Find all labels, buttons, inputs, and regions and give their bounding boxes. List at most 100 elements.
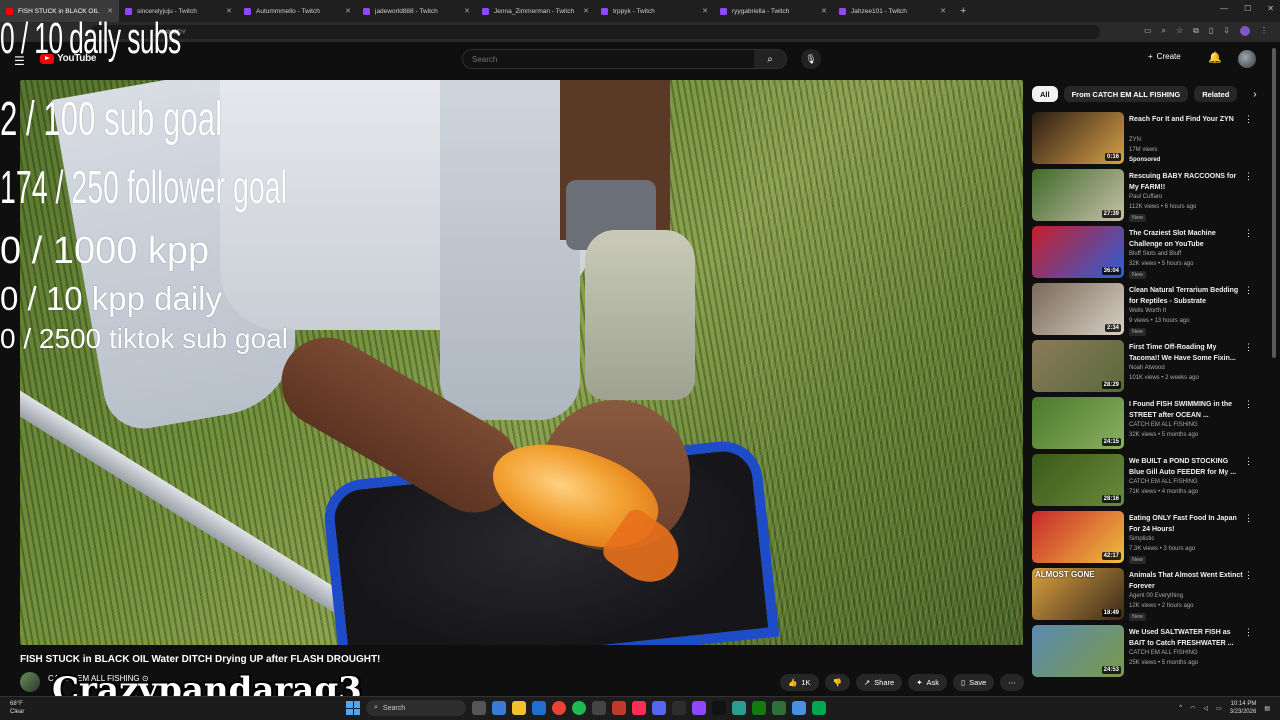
close-icon[interactable]: ✕ [940, 7, 946, 15]
task-view-icon[interactable] [472, 701, 486, 715]
cast-icon[interactable]: ▭ [1144, 26, 1152, 36]
file-explorer-icon[interactable] [512, 701, 526, 715]
address-bar[interactable]: 2_du4M3DY [90, 25, 1100, 39]
app-icon[interactable] [812, 701, 826, 715]
windows-start-icon[interactable] [346, 701, 360, 715]
more-vertical-icon[interactable]: ⋮ [1244, 171, 1253, 182]
close-icon[interactable]: ✕ [226, 7, 232, 15]
recommendation-item[interactable]: 2:34 Clean Natural Terrarium Bedding for … [1032, 283, 1260, 340]
browser-tab[interactable]: Autummmello - Twitch ✕ [238, 0, 357, 22]
recommendation-title[interactable]: Clean Natural Terrarium Bedding for Rept… [1129, 285, 1245, 307]
channel-avatar[interactable] [20, 672, 40, 692]
profile-icon[interactable] [1240, 26, 1250, 36]
more-vertical-icon[interactable]: ⋮ [1244, 228, 1253, 239]
video-thumbnail[interactable]: 42:17 [1032, 511, 1124, 563]
recommendation-title[interactable]: Eating ONLY Fast Food In Japan For 24 Ho… [1129, 513, 1245, 535]
video-thumbnail[interactable]: 36:04 [1032, 226, 1124, 278]
recommendation-channel[interactable]: Agent 00 Everything [1129, 593, 1183, 599]
edge-browser-icon[interactable] [492, 701, 506, 715]
recommendation-channel[interactable]: Wells Worth It [1129, 308, 1166, 314]
video-thumbnail[interactable]: 24:53 [1032, 625, 1124, 677]
wifi-icon[interactable]: ◠ [1190, 705, 1195, 712]
video-thumbnail[interactable]: 0:16 [1032, 112, 1124, 164]
more-vertical-icon[interactable]: ⋮ [1244, 627, 1253, 638]
recommendation-title[interactable]: We Used SALTWATER FISH as BAIT to Catch … [1129, 627, 1245, 649]
recommendation-title[interactable]: First Time Off-Roading My Tacoma!! We Ha… [1129, 342, 1245, 364]
sidepanel-icon[interactable]: ▯ [1209, 26, 1213, 36]
calculator-icon[interactable] [592, 701, 606, 715]
more-vertical-icon[interactable]: ⋮ [1244, 342, 1253, 353]
tray-chevron-icon[interactable]: ^ [1179, 705, 1182, 711]
browser-tab[interactable]: Jahzee101 - Twitch ✕ [833, 0, 952, 22]
account-avatar[interactable] [1238, 50, 1256, 68]
chrome-icon[interactable] [552, 701, 566, 715]
minecraft-icon[interactable] [772, 701, 786, 715]
more-vertical-icon[interactable]: ⋮ [1244, 456, 1253, 467]
media-app-icon[interactable] [612, 701, 626, 715]
ask-button[interactable]: ✦ Ask [908, 674, 947, 691]
recommendation-item[interactable]: 0:16 Reach For It and Find Your ZYN ZYN 17M… [1032, 112, 1260, 169]
more-vertical-icon[interactable]: ⋮ [1244, 513, 1253, 524]
new-tab-button[interactable]: + [952, 5, 974, 17]
twitch-app-icon[interactable] [692, 701, 706, 715]
recommendation-channel[interactable]: Paul Cuffaro [1129, 194, 1162, 200]
maximize-icon[interactable]: ☐ [1244, 4, 1251, 13]
recommendation-item[interactable]: 28:16 We BUILT a POND STOCKING Blue Gill … [1032, 454, 1260, 511]
recommendation-channel[interactable]: CATCH EM ALL FISHING [1129, 650, 1198, 656]
share-button[interactable]: ↗ Share [855, 674, 903, 691]
recommendation-channel[interactable]: ZYN [1129, 137, 1141, 143]
tiktok-icon[interactable] [632, 701, 646, 715]
create-button[interactable]: + Create [1148, 52, 1181, 61]
browser-tab[interactable]: trppyk - Twitch ✕ [595, 0, 714, 22]
recommendation-channel[interactable]: CATCH EM ALL FISHING [1129, 479, 1198, 485]
more-vertical-icon[interactable]: ⋮ [1244, 399, 1253, 410]
close-icon[interactable]: ✕ [702, 7, 708, 15]
close-icon[interactable]: ✕ [345, 7, 351, 15]
browser-tab[interactable]: Jenna_Zimmerman - Twitch ✕ [476, 0, 595, 22]
more-vertical-icon[interactable]: ⋮ [1244, 285, 1253, 296]
kick-icon[interactable] [712, 701, 726, 715]
minimize-icon[interactable]: — [1220, 4, 1228, 13]
recommendation-item[interactable]: 24:15 I Found FISH SWIMMING in the STREET… [1032, 397, 1260, 454]
more-vertical-icon[interactable]: ⋮ [1244, 114, 1253, 125]
notifications-bell-icon[interactable]: 🔔 [1208, 51, 1222, 64]
chip-from-channel[interactable]: From CATCH EM ALL FISHING [1063, 86, 1189, 102]
video-thumbnail[interactable]: 28:16 [1032, 454, 1124, 506]
weather-widget[interactable]: 68°F Clear [10, 700, 24, 716]
close-icon[interactable]: ✕ [464, 7, 470, 15]
recommendation-title[interactable]: I Found FISH SWIMMING in the STREET afte… [1129, 399, 1245, 421]
recommendation-channel[interactable]: Noah Atwood [1129, 365, 1165, 371]
obs-icon[interactable] [672, 701, 686, 715]
chip-all[interactable]: All [1032, 86, 1058, 102]
chevron-right-icon[interactable]: › [1253, 89, 1256, 100]
extensions-icon[interactable]: ⧉ [1193, 26, 1199, 36]
recommendation-item[interactable]: 42:17 Eating ONLY Fast Food In Japan For … [1032, 511, 1260, 568]
recommendation-title[interactable]: The Craziest Slot Machine Challenge on Y… [1129, 228, 1245, 250]
menu-kebab-icon[interactable]: ⋮ [1260, 26, 1268, 36]
scrollbar-thumb[interactable] [1272, 48, 1276, 358]
more-actions-button[interactable]: ⋯ [1000, 674, 1024, 691]
recommendation-channel[interactable]: Bluff Slots and Bluff [1129, 251, 1181, 257]
chip-related[interactable]: Related [1194, 86, 1238, 102]
download-icon[interactable]: ⇩ [1223, 26, 1230, 36]
taskbar-search[interactable]: ⌕ Search [366, 700, 466, 716]
page-scrollbar[interactable] [1271, 44, 1277, 694]
microphone-icon[interactable]: 🎙 [801, 49, 821, 69]
bookmark-star-icon[interactable]: ☆ [1176, 26, 1183, 36]
discord-icon[interactable] [652, 701, 666, 715]
search-input[interactable] [463, 54, 753, 64]
recommendation-title[interactable]: We BUILT a POND STOCKING Blue Gill Auto … [1129, 456, 1245, 478]
recommendation-channel[interactable]: Simplistic [1129, 536, 1154, 542]
browser-tab[interactable]: jadeworld888 - Twitch ✕ [357, 0, 476, 22]
recommendation-title[interactable]: Reach For It and Find Your ZYN [1129, 114, 1245, 125]
store-icon[interactable] [532, 701, 546, 715]
xbox-icon[interactable] [752, 701, 766, 715]
recommendation-title[interactable]: Animals That Almost Went Extinct Forever [1129, 570, 1245, 592]
video-thumbnail[interactable]: 27:39 [1032, 169, 1124, 221]
notification-icon[interactable]: ▤ [1264, 705, 1270, 712]
video-thumbnail[interactable]: 2:34 [1032, 283, 1124, 335]
save-button[interactable]: ▯ Save [953, 674, 995, 691]
close-icon[interactable]: ✕ [821, 7, 827, 15]
like-button[interactable]: 👍 1K [780, 674, 819, 691]
search-icon[interactable]: ⌕ [754, 50, 786, 68]
